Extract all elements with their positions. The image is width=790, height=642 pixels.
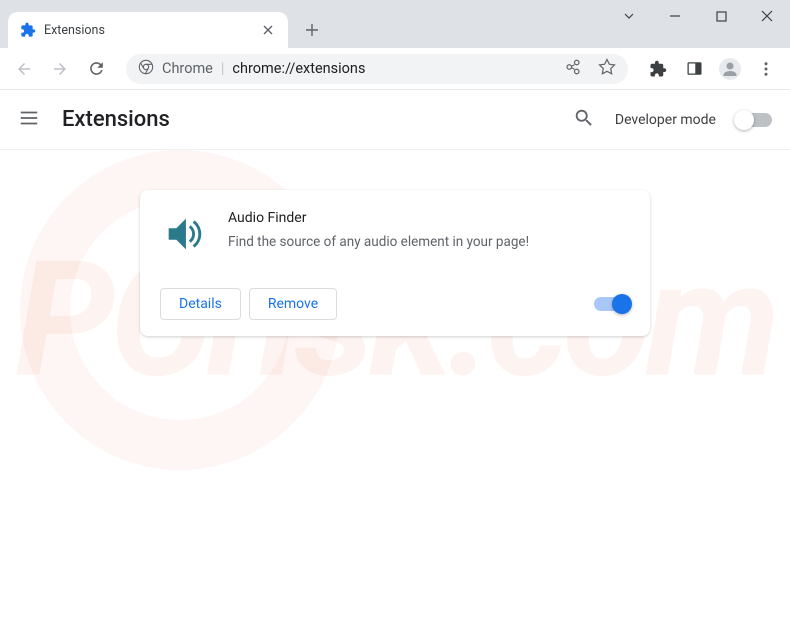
dropdown-icon[interactable]	[606, 0, 652, 32]
forward-button[interactable]	[44, 53, 76, 85]
remove-button[interactable]: Remove	[249, 288, 337, 320]
chrome-logo-icon	[138, 59, 154, 79]
bookmark-star-icon[interactable]	[598, 58, 616, 80]
window-controls	[606, 0, 790, 40]
address-bar[interactable]: Chrome | chrome://extensions	[126, 54, 628, 84]
extension-card: Audio Finder Find the source of any audi…	[140, 190, 650, 336]
back-button[interactable]	[8, 53, 40, 85]
developer-mode-label: Developer mode	[615, 112, 716, 128]
browser-tab[interactable]: Extensions	[8, 12, 288, 48]
extensions-header: Extensions Developer mode	[0, 90, 790, 150]
hamburger-menu-icon[interactable]	[18, 107, 40, 133]
omnibox-prefix: Chrome	[162, 60, 213, 77]
speaker-icon	[160, 210, 208, 258]
page-title: Extensions	[62, 107, 170, 132]
extension-description: Find the source of any audio element in …	[228, 232, 630, 252]
omnibox-separator: |	[221, 60, 225, 77]
extension-enable-toggle[interactable]	[594, 297, 630, 311]
extension-name: Audio Finder	[228, 210, 630, 226]
reload-button[interactable]	[80, 53, 112, 85]
share-icon[interactable]	[564, 58, 582, 80]
close-tab-icon[interactable]	[260, 22, 276, 38]
extensions-content: Audio Finder Find the source of any audi…	[0, 150, 790, 376]
tab-title: Extensions	[44, 23, 252, 38]
extensions-puzzle-icon[interactable]	[642, 53, 674, 85]
menu-dots-icon[interactable]	[750, 53, 782, 85]
browser-toolbar: Chrome | chrome://extensions	[0, 48, 790, 90]
side-panel-icon[interactable]	[678, 53, 710, 85]
titlebar: Extensions	[0, 0, 790, 48]
details-button[interactable]: Details	[160, 288, 241, 320]
maximize-button[interactable]	[698, 0, 744, 32]
new-tab-button[interactable]	[298, 16, 326, 44]
close-window-button[interactable]	[744, 0, 790, 32]
extension-puzzle-icon	[20, 22, 36, 38]
omnibox-url: chrome://extensions	[232, 60, 365, 77]
developer-mode-toggle[interactable]	[736, 113, 772, 127]
search-icon[interactable]	[573, 107, 595, 133]
minimize-button[interactable]	[652, 0, 698, 32]
profile-avatar-icon[interactable]	[714, 53, 746, 85]
